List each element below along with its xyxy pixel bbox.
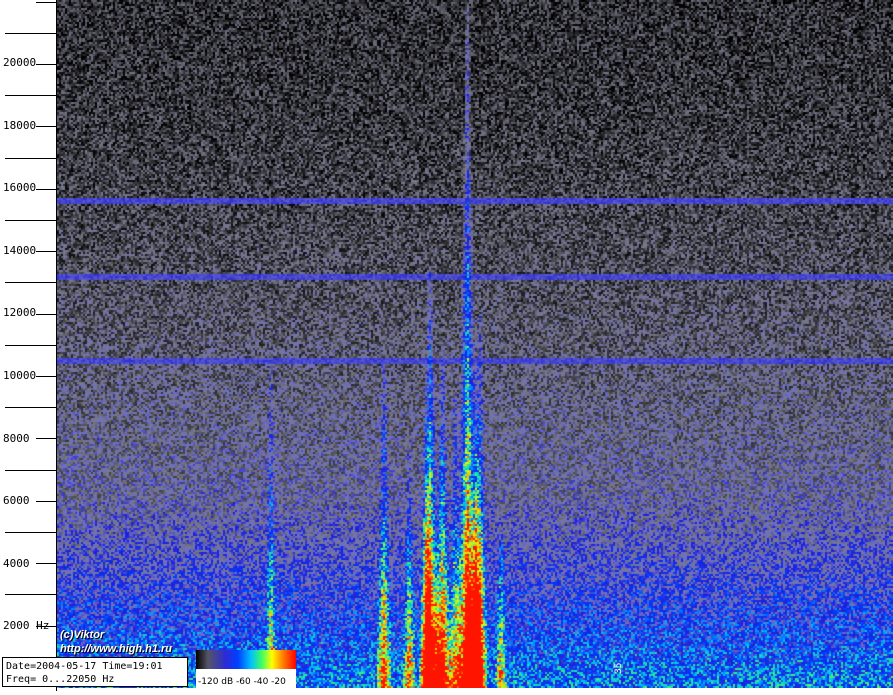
credit-url: http://www.high.h1.ru bbox=[60, 643, 173, 655]
frequency-range-line: Freq= 0...22050 Hz bbox=[6, 674, 115, 685]
y-tick-label: 20000 bbox=[3, 56, 37, 69]
y-tick-label: 16000 bbox=[3, 181, 37, 194]
frequency-axis: 2000 Hz 4000 6000 8000 10000 12000 14000… bbox=[0, 0, 57, 691]
frequency-axis-ticks bbox=[5, 0, 57, 691]
colorbar-gradient bbox=[196, 650, 296, 669]
y-tick-label: 4000 bbox=[3, 557, 30, 570]
credit-text: (c)Viktor http://www.high.h1.ru bbox=[60, 628, 172, 656]
y-tick-label: 2000 Hz bbox=[3, 619, 50, 632]
info-box: Date=2004-05-17 Time=19:01 Freq= 0...220… bbox=[2, 657, 188, 687]
y-tick-label: 12000 bbox=[3, 306, 37, 319]
date-time-line: Date=2004-05-17 Time=19:01 bbox=[6, 661, 163, 672]
credit-author: (c)Viktor bbox=[60, 629, 105, 641]
y-tick-label: 14000 bbox=[3, 244, 37, 257]
spectrogram-plot bbox=[57, 0, 893, 688]
y-tick-label: 10000 bbox=[3, 369, 37, 382]
y-tick-label: 18000 bbox=[3, 119, 37, 132]
colorbar-legend: -120 dB -60 -40 -20 bbox=[196, 650, 296, 688]
x-tick-label: 35 bbox=[614, 662, 624, 674]
y-tick-label: 6000 bbox=[3, 494, 30, 507]
colorbar-label: -120 dB -60 -40 -20 bbox=[198, 677, 286, 687]
y-tick-label: 8000 bbox=[3, 432, 30, 445]
